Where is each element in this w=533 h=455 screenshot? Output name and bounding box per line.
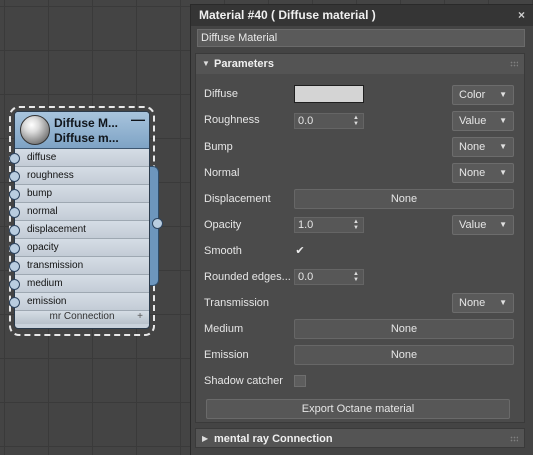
diffuse-label: Diffuse bbox=[204, 88, 239, 100]
input-socket-transmission[interactable] bbox=[9, 261, 20, 272]
minimize-icon[interactable]: — bbox=[131, 112, 145, 126]
roughness-spinner[interactable]: 0.0 ▲ ▼ bbox=[294, 113, 364, 129]
rounded-edges-value: 0.0 bbox=[298, 271, 314, 283]
rollout-title: Parameters bbox=[214, 58, 274, 70]
opacity-label: Opacity bbox=[204, 219, 242, 231]
dropdown-arrow-icon: ▼ bbox=[499, 168, 507, 177]
expand-plus-icon[interactable]: + bbox=[137, 311, 143, 323]
diffuse-mode-dropdown[interactable]: Color ▼ bbox=[452, 85, 514, 105]
opacity-value: 1.0 bbox=[298, 219, 314, 231]
roughness-value: 0.0 bbox=[298, 115, 314, 127]
node-footer[interactable]: mr Connection + bbox=[15, 311, 149, 324]
node-slot-medium[interactable]: medium bbox=[15, 275, 149, 293]
shadow-catcher-label: Shadow catcher bbox=[204, 375, 283, 387]
close-icon[interactable]: × bbox=[518, 5, 525, 26]
spinner-arrows-icon[interactable]: ▲ ▼ bbox=[353, 115, 359, 127]
roughness-label: Roughness bbox=[204, 114, 260, 126]
displacement-map-button[interactable]: None bbox=[294, 189, 514, 209]
material-parameter-panel: Material #40 ( Diffuse material ) × Diff… bbox=[190, 4, 533, 455]
rollout2-title: mental ray Connection bbox=[214, 433, 333, 445]
parameters-rollout-header[interactable]: ▼ Parameters bbox=[196, 54, 524, 74]
input-socket-normal[interactable] bbox=[9, 207, 20, 218]
smooth-checkbox[interactable]: ✔ bbox=[294, 245, 306, 257]
mental-ray-rollout: ▶ mental ray Connection bbox=[195, 428, 525, 448]
parameters-rollout: ▼ Parameters Diffuse Color ▼ Roughness 0… bbox=[195, 53, 525, 423]
transmission-mode-value: None bbox=[459, 297, 486, 309]
grip-handle-icon[interactable] bbox=[510, 61, 518, 67]
normal-label: Normal bbox=[204, 167, 240, 179]
input-socket-medium[interactable] bbox=[9, 279, 20, 290]
node-title-line2: Diffuse m... bbox=[54, 131, 119, 145]
rounded-edges-label: Rounded edges... bbox=[204, 271, 291, 283]
dropdown-arrow-icon: ▼ bbox=[499, 220, 507, 229]
collapse-arrow-icon: ▼ bbox=[202, 59, 210, 68]
node-slot-displacement[interactable]: displacement bbox=[15, 221, 149, 239]
material-name-field[interactable]: Diffuse Material bbox=[197, 29, 525, 47]
input-socket-diffuse[interactable] bbox=[9, 153, 20, 164]
rounded-edges-spinner[interactable]: 0.0 ▲ ▼ bbox=[294, 269, 364, 285]
input-socket-emission[interactable] bbox=[9, 297, 20, 308]
material-node[interactable]: Diffuse M... Diffuse m... — diffuse roug… bbox=[14, 111, 150, 329]
panel-title: Material #40 ( Diffuse material ) bbox=[199, 8, 376, 22]
normal-mode-dropdown[interactable]: None ▼ bbox=[452, 163, 514, 183]
node-header[interactable]: Diffuse M... Diffuse m... — bbox=[15, 112, 149, 149]
node-slot-transmission[interactable]: transmission bbox=[15, 257, 149, 275]
mental-ray-rollout-header[interactable]: ▶ mental ray Connection bbox=[196, 429, 524, 449]
node-footer-label: mr Connection bbox=[49, 311, 115, 322]
node-title-line1: Diffuse M... bbox=[54, 116, 119, 130]
bump-mode-value: None bbox=[459, 141, 486, 153]
input-socket-opacity[interactable] bbox=[9, 243, 20, 254]
node-slot-normal[interactable]: normal bbox=[15, 203, 149, 221]
node-slot-opacity[interactable]: opacity bbox=[15, 239, 149, 257]
dropdown-arrow-icon: ▼ bbox=[499, 298, 507, 307]
emission-button[interactable]: None bbox=[294, 345, 514, 365]
spinner-arrows-icon[interactable]: ▲ ▼ bbox=[353, 271, 359, 283]
transmission-label: Transmission bbox=[204, 297, 269, 309]
shadow-catcher-checkbox[interactable] bbox=[294, 375, 306, 387]
diffuse-mode-value: Color bbox=[459, 89, 486, 101]
grip-handle-icon[interactable] bbox=[510, 436, 518, 442]
node-slot-emission[interactable]: emission bbox=[15, 293, 149, 311]
dropdown-arrow-icon: ▼ bbox=[499, 142, 507, 151]
displacement-label: Displacement bbox=[204, 193, 271, 205]
input-socket-displacement[interactable] bbox=[9, 225, 20, 236]
input-socket-bump[interactable] bbox=[9, 189, 20, 200]
roughness-mode-value: Value bbox=[459, 115, 487, 127]
dropdown-arrow-icon: ▼ bbox=[499, 116, 507, 125]
normal-mode-value: None bbox=[459, 167, 486, 179]
node-slot-roughness[interactable]: roughness bbox=[15, 167, 149, 185]
opacity-mode-value: Value bbox=[459, 219, 487, 231]
opacity-spinner[interactable]: 1.0 ▲ ▼ bbox=[294, 217, 364, 233]
transmission-mode-dropdown[interactable]: None ▼ bbox=[452, 293, 514, 313]
export-octane-material-button[interactable]: Export Octane material bbox=[206, 399, 510, 419]
material-preview-sphere-icon bbox=[20, 115, 50, 145]
smooth-label: Smooth bbox=[204, 245, 242, 257]
diffuse-color-swatch[interactable] bbox=[294, 85, 364, 103]
opacity-mode-dropdown[interactable]: Value ▼ bbox=[452, 215, 514, 235]
emission-label: Emission bbox=[204, 349, 249, 361]
spinner-arrows-icon[interactable]: ▲ ▼ bbox=[353, 219, 359, 231]
expand-arrow-icon: ▶ bbox=[202, 434, 209, 443]
bump-label: Bump bbox=[204, 141, 233, 153]
output-socket[interactable] bbox=[152, 218, 163, 229]
dropdown-arrow-icon: ▼ bbox=[499, 90, 507, 99]
medium-button[interactable]: None bbox=[294, 319, 514, 339]
bump-mode-dropdown[interactable]: None ▼ bbox=[452, 137, 514, 157]
roughness-mode-dropdown[interactable]: Value ▼ bbox=[452, 111, 514, 131]
node-slot-diffuse[interactable]: diffuse bbox=[15, 149, 149, 167]
node-slot-bump[interactable]: bump bbox=[15, 185, 149, 203]
medium-label: Medium bbox=[204, 323, 244, 335]
input-socket-roughness[interactable] bbox=[9, 171, 20, 182]
panel-title-bar[interactable]: Material #40 ( Diffuse material ) × bbox=[191, 5, 533, 26]
